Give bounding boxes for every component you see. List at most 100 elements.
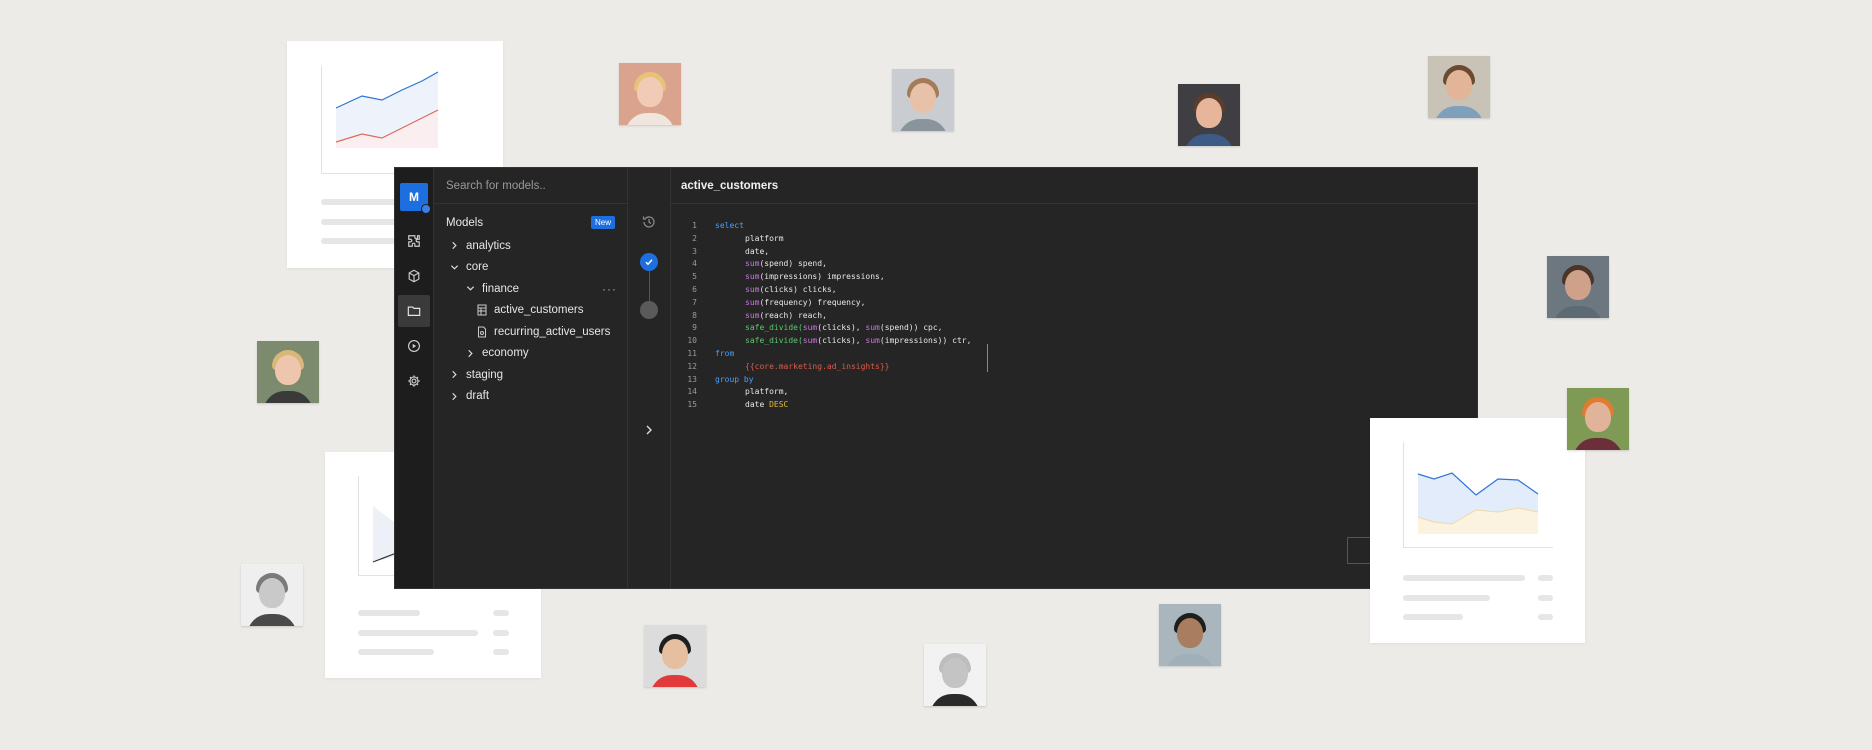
line-number: 13 — [687, 374, 697, 384]
avatar — [241, 564, 303, 626]
tree-file-active-customers[interactable]: active_customers — [434, 300, 627, 322]
placeholder-line — [493, 630, 509, 636]
line-number: 2 — [692, 233, 697, 243]
line-chart-graphic — [335, 71, 439, 148]
placeholder-line — [493, 649, 509, 655]
cube-icon[interactable] — [398, 260, 430, 292]
placeholder-line — [1403, 575, 1525, 581]
avatar — [1178, 84, 1240, 146]
gear-icon[interactable] — [398, 365, 430, 397]
avatar — [924, 644, 986, 706]
code-token: sum — [745, 310, 760, 320]
app-window: M Models New analytics — [394, 167, 1478, 589]
placeholder-line — [493, 610, 509, 616]
puzzle-icon[interactable] — [398, 225, 430, 257]
code-line: 2 platform — [671, 233, 1477, 246]
code-token: (frequency) frequency, — [759, 297, 866, 307]
new-model-button[interactable]: New — [590, 216, 615, 229]
chart-frame — [321, 66, 461, 174]
tree-label: economy — [482, 347, 529, 360]
models-sidebar: Models New analytics core finance ··· ac… — [434, 168, 628, 588]
code-token: (clicks), — [817, 336, 866, 346]
placeholder-line — [358, 610, 420, 616]
play-icon[interactable] — [398, 330, 430, 362]
code-token: sum — [745, 284, 760, 294]
code-token: DESC — [769, 400, 789, 410]
tree-file-recurring-active-users[interactable]: recurring_active_users — [434, 321, 627, 343]
placeholder-line — [358, 630, 478, 636]
tree-label: draft — [466, 390, 490, 403]
code-token: select — [715, 221, 744, 230]
avatar — [1547, 256, 1609, 318]
code-area[interactable]: 1 select 2 platform 3 date, 4 sum(spend) spe… — [671, 204, 1477, 412]
line-number: 12 — [687, 361, 697, 371]
code-token: (impressions) impressions, — [759, 272, 885, 282]
version-history-panel — [628, 168, 671, 588]
code-line: 3 date, — [671, 246, 1477, 259]
workspace-logo[interactable]: M — [400, 183, 431, 214]
folder-icon[interactable] — [398, 295, 430, 327]
code-token: {{core.marketing.ad_insights}} — [745, 361, 890, 371]
avatar — [1428, 56, 1490, 118]
version-step-complete[interactable] — [640, 253, 658, 271]
version-step-pending[interactable] — [640, 301, 658, 319]
code-token: date, — [745, 246, 770, 256]
tree-folder-economy[interactable]: economy — [434, 343, 627, 365]
chevron-right-icon — [464, 347, 476, 359]
search-bar — [434, 168, 627, 204]
code-line: 8 sum(reach) reach, — [671, 310, 1477, 323]
code-token: safe_divide( — [745, 336, 803, 346]
line-number: 6 — [692, 284, 697, 294]
tree-label: recurring_active_users — [494, 325, 611, 338]
code-token: (clicks) clicks, — [759, 284, 837, 294]
search-input[interactable] — [446, 179, 616, 192]
line-number: 1 — [692, 221, 697, 230]
tree-folder-staging[interactable]: staging — [434, 364, 627, 386]
code-token: sum — [745, 259, 760, 269]
tree-folder-analytics[interactable]: analytics — [434, 235, 627, 257]
chevron-right-icon[interactable] — [643, 424, 655, 439]
code-line: 15 date DESC — [671, 399, 1477, 412]
placeholder-line — [1403, 614, 1463, 620]
history-icon[interactable] — [641, 214, 657, 233]
code-line: 9 safe_divide(sum(clicks), sum(spend)) cp… — [671, 322, 1477, 335]
decorative-chart-card-right — [1370, 418, 1585, 643]
avatar — [1567, 388, 1629, 450]
code-token: from — [715, 348, 735, 358]
tree-folder-draft[interactable]: draft — [434, 386, 627, 408]
code-line: 5 sum(impressions) impressions, — [671, 271, 1477, 284]
code-line: 12 {{core.marketing.ad_insights}} — [671, 361, 1477, 374]
tree-label: staging — [466, 368, 504, 381]
code-token: (spend)) cpc, — [879, 323, 943, 333]
placeholder-line — [1538, 614, 1553, 620]
code-line: 7 sum(frequency) frequency, — [671, 297, 1477, 310]
models-title: Models — [446, 216, 484, 229]
line-number: 7 — [692, 297, 697, 307]
view-file-icon — [476, 326, 488, 338]
line-number: 14 — [687, 387, 697, 397]
code-line: 14 platform, — [671, 386, 1477, 399]
line-number: 3 — [692, 246, 697, 256]
tree-folder-finance[interactable]: finance ··· — [434, 278, 627, 300]
area-chart-graphic — [1417, 472, 1539, 534]
placeholder-line — [1538, 595, 1553, 601]
code-token: group by — [715, 374, 754, 384]
placeholder-line — [321, 238, 401, 244]
code-line: 10 safe_divide(sum(clicks), sum(impressio… — [671, 335, 1477, 348]
code-token: sum — [802, 336, 818, 346]
tree-label: core — [466, 261, 489, 274]
logo-badge-icon — [421, 204, 431, 214]
tree-folder-core[interactable]: core — [434, 257, 627, 279]
line-number: 8 — [692, 310, 697, 320]
code-line: 4 sum(spend) spend, — [671, 258, 1477, 271]
text-cursor — [987, 344, 988, 372]
avatar — [644, 625, 706, 687]
more-options-icon[interactable]: ··· — [602, 282, 617, 296]
chart-frame — [1403, 442, 1553, 548]
icon-rail: M — [395, 168, 434, 588]
code-token: platform — [745, 233, 784, 243]
editor-title: active_customers — [671, 168, 1477, 204]
line-number: 4 — [692, 259, 697, 269]
code-token: sum — [745, 272, 760, 282]
line-number: 9 — [692, 323, 697, 333]
